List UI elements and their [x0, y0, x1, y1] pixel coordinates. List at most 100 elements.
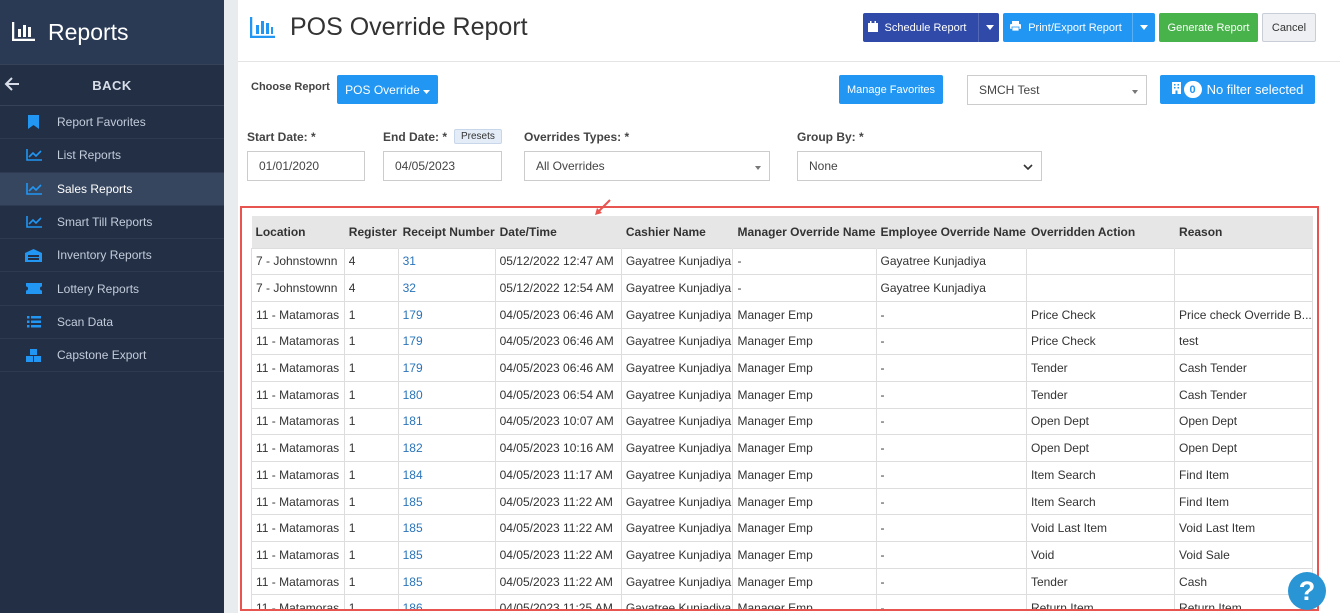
sidebar-item-list-reports[interactable]: List Reports	[0, 139, 224, 173]
line-chart-icon	[25, 182, 42, 196]
table-cell: Price Check	[1025, 300, 1176, 329]
table-cell: 04/05/2023 10:16 AM	[494, 434, 622, 462]
sidebar-item-inventory-reports[interactable]: Inventory Reports	[0, 239, 224, 273]
table-cell: -	[875, 407, 1027, 436]
sidebar-item-label: List Reports	[57, 148, 122, 163]
column-header[interactable]: Manager Override Name	[732, 216, 877, 248]
table-cell: -	[875, 434, 1027, 462]
receipt-number-link[interactable]: 182	[397, 434, 496, 462]
column-header[interactable]: Receipt Number	[398, 216, 496, 248]
table-cell: Tender	[1025, 354, 1176, 382]
table-cell: Void Sale	[1174, 541, 1313, 569]
table-cell: Gayatree Kunjadiya	[620, 487, 734, 516]
help-button[interactable]: ?	[1288, 572, 1326, 610]
table-cell: Manager Emp	[732, 541, 877, 569]
column-header[interactable]: Location	[251, 216, 345, 248]
store-select-value: SMCH Test	[979, 83, 1040, 97]
receipt-number-link[interactable]: 186	[397, 594, 496, 609]
table-cell: Manager Emp	[732, 327, 877, 356]
receipt-number-link[interactable]: 185	[397, 514, 496, 543]
cancel-button[interactable]: Cancel	[1262, 13, 1316, 42]
filter-count-badge: 0	[1183, 81, 1202, 98]
receipt-number-link[interactable]: 179	[397, 354, 496, 382]
table-cell: Gayatree Kunjadiya	[875, 247, 1027, 276]
filter-button[interactable]: 0 No filter selected	[1160, 75, 1315, 104]
table-cell: Item Search	[1025, 461, 1176, 489]
table-cell: 11 - Matamoras	[251, 487, 345, 516]
sidebar-item-scan-data[interactable]: Scan Data	[0, 306, 224, 340]
receipt-number-link[interactable]: 185	[397, 567, 496, 596]
table-cell: 04/05/2023 11:25 AM	[494, 594, 622, 609]
table-cell: 11 - Matamoras	[251, 434, 345, 462]
end-date-input[interactable]: 04/05/2023	[383, 151, 502, 181]
receipt-number-link[interactable]: 179	[397, 300, 496, 329]
table-cell: Gayatree Kunjadiya	[620, 327, 734, 356]
table-row: 11 - Matamoras 1 186 04/05/2023 11:25 AM Gay…	[251, 594, 1313, 609]
table-cell: 1	[343, 407, 399, 436]
sidebar-item-smart-till-reports[interactable]: Smart Till Reports	[0, 206, 224, 240]
group-by-label: Group By: *	[797, 130, 864, 144]
table-cell: 11 - Matamoras	[251, 407, 345, 436]
presets-button[interactable]: Presets	[454, 129, 502, 144]
column-header[interactable]: Date/Time	[495, 216, 622, 248]
table-cell: -	[875, 487, 1027, 516]
results-table-container: Location Register Receipt Number Date/Time C…	[240, 206, 1319, 611]
schedule-report-button[interactable]: Schedule Report	[863, 13, 999, 42]
receipt-number-link[interactable]: 185	[397, 487, 496, 516]
generate-report-button[interactable]: Generate Report	[1159, 13, 1258, 42]
manage-favorites-button[interactable]: Manage Favorites	[839, 75, 943, 104]
table-cell: Gayatree Kunjadiya	[620, 461, 734, 489]
report-chart-icon	[249, 16, 276, 41]
print-dropdown-caret-icon[interactable]	[1131, 13, 1148, 42]
table-cell: Gayatree Kunjadiya	[875, 274, 1027, 302]
table-cell: Manager Emp	[732, 354, 877, 382]
receipt-number-link[interactable]: 184	[397, 461, 496, 489]
end-date-label: End Date: *	[383, 130, 448, 144]
receipt-number-link[interactable]: 185	[397, 541, 496, 569]
table-row: 11 - Matamoras 1 181 04/05/2023 10:07 AM Gay…	[251, 407, 1313, 436]
table-row: 11 - Matamoras 1 184 04/05/2023 11:17 AM Gay…	[251, 461, 1313, 489]
building-icon	[1171, 82, 1181, 97]
table-cell: Gayatree Kunjadiya	[620, 514, 734, 543]
overrides-types-select[interactable]: All Overrides	[524, 151, 770, 181]
caret-down-icon	[422, 83, 430, 97]
receipt-number-link[interactable]: 180	[397, 380, 496, 409]
column-header[interactable]: Reason	[1174, 216, 1313, 248]
table-row: 7 - Johnstownn 4 31 05/12/2022 12:47 AM Gaya…	[251, 247, 1313, 276]
table-cell: 11 - Matamoras	[251, 327, 345, 356]
receipt-number-link[interactable]: 181	[397, 407, 496, 436]
print-export-button[interactable]: Print/Export Report	[1003, 13, 1155, 42]
column-header[interactable]: Cashier Name	[621, 216, 734, 248]
store-select[interactable]: SMCH Test	[967, 75, 1147, 105]
table-cell: Manager Emp	[732, 380, 877, 409]
table-cell: 1	[343, 380, 399, 409]
sidebar-item-label: Scan Data	[57, 314, 114, 329]
column-header[interactable]: Register	[344, 216, 399, 248]
start-date-input[interactable]: 01/01/2020	[247, 151, 365, 181]
sidebar-item-lottery-reports[interactable]: Lottery Reports	[0, 272, 224, 306]
print-export-label: Print/Export Report	[1028, 21, 1122, 34]
table-cell: Cash Tender	[1174, 380, 1313, 409]
column-header[interactable]: Employee Override Name	[876, 216, 1027, 248]
table-cell: 11 - Matamoras	[251, 514, 345, 543]
back-button[interactable]: BACK	[0, 64, 224, 106]
line-chart-icon	[25, 215, 42, 229]
table-cell: Open Dept	[1025, 407, 1176, 436]
sidebar-item-capstone-export[interactable]: Capstone Export	[0, 339, 224, 373]
table-cell: 4	[343, 247, 399, 276]
report-type-dropdown[interactable]: POS Override	[337, 75, 438, 104]
column-header[interactable]: Overridden Action	[1026, 216, 1176, 248]
select-caret-icon	[755, 159, 761, 173]
schedule-dropdown-caret-icon[interactable]	[978, 13, 995, 42]
receipt-number-link[interactable]: 31	[397, 247, 496, 276]
sidebar-header[interactable]: Reports	[0, 0, 224, 64]
select-caret-icon	[1132, 83, 1138, 97]
sidebar-item-label: Capstone Export	[57, 348, 147, 363]
receipt-number-link[interactable]: 32	[397, 274, 496, 302]
page-header: POS Override Report Schedule Report Prin…	[238, 0, 1340, 62]
sidebar-item-sales-reports[interactable]: Sales Reports	[0, 172, 224, 206]
sidebar-item-report-favorites[interactable]: Report Favorites	[0, 106, 224, 140]
receipt-number-link[interactable]: 179	[397, 327, 496, 356]
table-cell: 1	[343, 541, 399, 569]
group-by-select[interactable]: None	[797, 151, 1042, 181]
